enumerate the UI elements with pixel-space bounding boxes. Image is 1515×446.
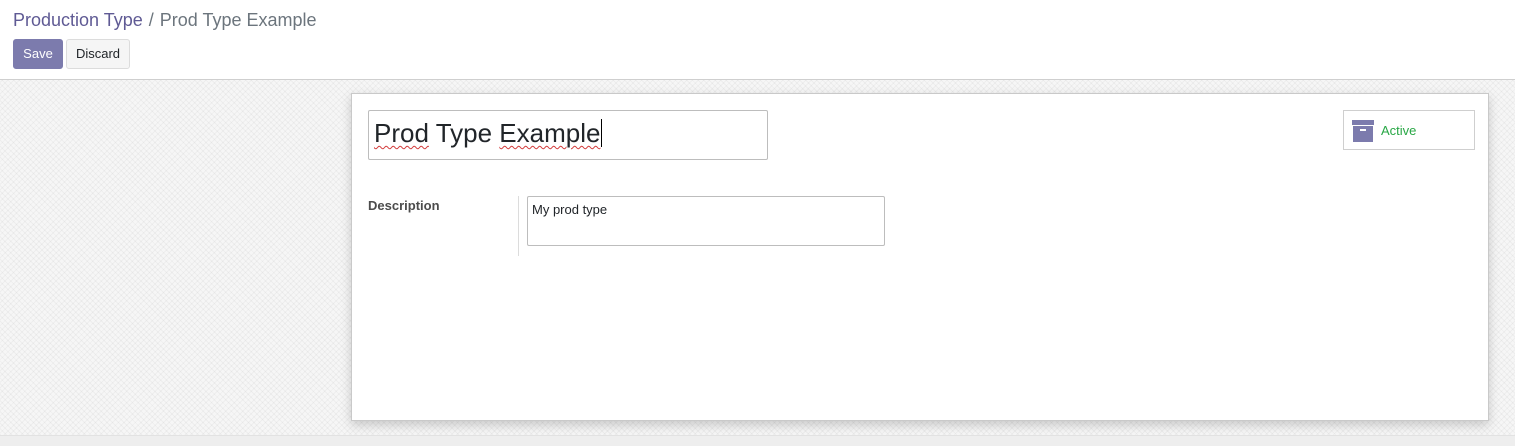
bottom-strip — [0, 435, 1515, 446]
breadcrumb: Production Type / Prod Type Example — [13, 9, 317, 31]
description-input-value: My prod type — [532, 202, 608, 217]
active-label: Active — [1381, 123, 1417, 138]
field-divider — [518, 196, 519, 256]
name-input[interactable]: Prod Type Example — [368, 110, 768, 160]
breadcrumb-current: Prod Type Example — [159, 10, 317, 30]
archive-box-icon — [1352, 120, 1374, 142]
description-input[interactable]: My prod type — [527, 196, 885, 246]
breadcrumb-separator: / — [148, 10, 154, 30]
name-word-1: Prod — [374, 118, 429, 148]
description-label: Description — [368, 198, 440, 213]
name-word-2: Type — [435, 118, 493, 148]
save-button[interactable]: Save — [13, 39, 63, 69]
text-cursor — [601, 119, 603, 147]
breadcrumb-parent-link[interactable]: Production Type — [13, 10, 143, 30]
name-input-value: Prod Type Example — [374, 118, 603, 148]
control-panel: Production Type / Prod Type Example Save D… — [0, 0, 1515, 80]
discard-button[interactable]: Discard — [66, 39, 130, 69]
name-word-3: Example — [499, 118, 601, 148]
form-sheet: Prod Type Example Active Description My … — [351, 93, 1489, 421]
active-toggle-button[interactable]: Active — [1343, 110, 1475, 150]
